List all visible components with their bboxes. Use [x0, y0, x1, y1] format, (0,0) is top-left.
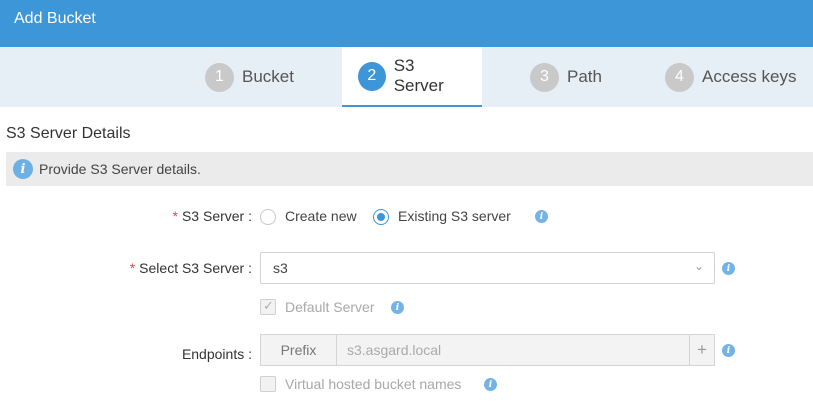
- info-icon[interactable]: i: [484, 378, 497, 391]
- default-server-label: Default Server: [285, 299, 375, 315]
- info-icon[interactable]: i: [535, 210, 548, 223]
- step-number: 2: [358, 61, 386, 91]
- checkmark-icon: ✓: [263, 298, 274, 313]
- s3-server-select[interactable]: s3 ⌄: [260, 252, 715, 284]
- endpoints-field: Prefix s3.asgard.local +: [260, 334, 715, 366]
- info-icon[interactable]: i: [391, 301, 404, 314]
- info-message: Provide S3 Server details.: [39, 161, 201, 177]
- radio-existing-s3-server-label[interactable]: Existing S3 server: [398, 208, 511, 224]
- step-s3-server[interactable]: 2 S3 Server: [342, 47, 482, 107]
- step-label: Access keys: [702, 67, 797, 86]
- radio-create-new-label[interactable]: Create new: [285, 208, 357, 224]
- step-bucket[interactable]: 1 Bucket: [205, 47, 294, 107]
- step-number: 1: [205, 62, 234, 92]
- info-icon[interactable]: i: [722, 262, 735, 275]
- default-server-checkbox[interactable]: ✓: [260, 298, 276, 315]
- select-s3-server-label: * Select S3 Server :: [120, 260, 252, 276]
- s3-server-label: * S3 Server :: [150, 208, 252, 224]
- step-label: Path: [567, 67, 602, 86]
- plus-icon[interactable]: +: [689, 335, 714, 365]
- endpoints-label: Endpoints :: [181, 346, 252, 362]
- step-access-keys[interactable]: 4 Access keys: [665, 47, 796, 107]
- step-number: 4: [665, 62, 694, 92]
- s3-server-label-text: S3 Server :: [181, 208, 252, 224]
- info-banner: i Provide S3 Server details.: [6, 152, 813, 186]
- radio-existing-s3-server[interactable]: [373, 209, 389, 225]
- section-title: S3 Server Details: [6, 125, 131, 142]
- s3-server-select-value: s3: [273, 260, 288, 276]
- step-label: S3 Server: [393, 56, 444, 95]
- endpoint-prefix: Prefix: [261, 335, 337, 365]
- required-marker: *: [172, 208, 178, 224]
- wizard-steps: 1 Bucket 2 S3 Server 3 Path 4 Access key…: [0, 47, 813, 107]
- virtual-hosted-label: Virtual hosted bucket names: [285, 376, 462, 392]
- select-s3-server-label-text: Select S3 Server :: [139, 260, 252, 276]
- info-icon[interactable]: i: [722, 344, 735, 357]
- info-icon: i: [13, 159, 33, 179]
- step-label: Bucket: [242, 67, 294, 86]
- window-title: Add Bucket: [14, 10, 96, 27]
- chevron-down-icon: ⌄: [693, 259, 704, 273]
- step-number: 3: [530, 62, 559, 92]
- title-bar: Add Bucket: [0, 0, 813, 47]
- step-path[interactable]: 3 Path: [530, 47, 602, 107]
- radio-create-new[interactable]: [260, 209, 276, 225]
- endpoint-value[interactable]: s3.asgard.local: [347, 342, 441, 358]
- virtual-hosted-checkbox[interactable]: [260, 376, 276, 392]
- required-marker: *: [129, 260, 136, 276]
